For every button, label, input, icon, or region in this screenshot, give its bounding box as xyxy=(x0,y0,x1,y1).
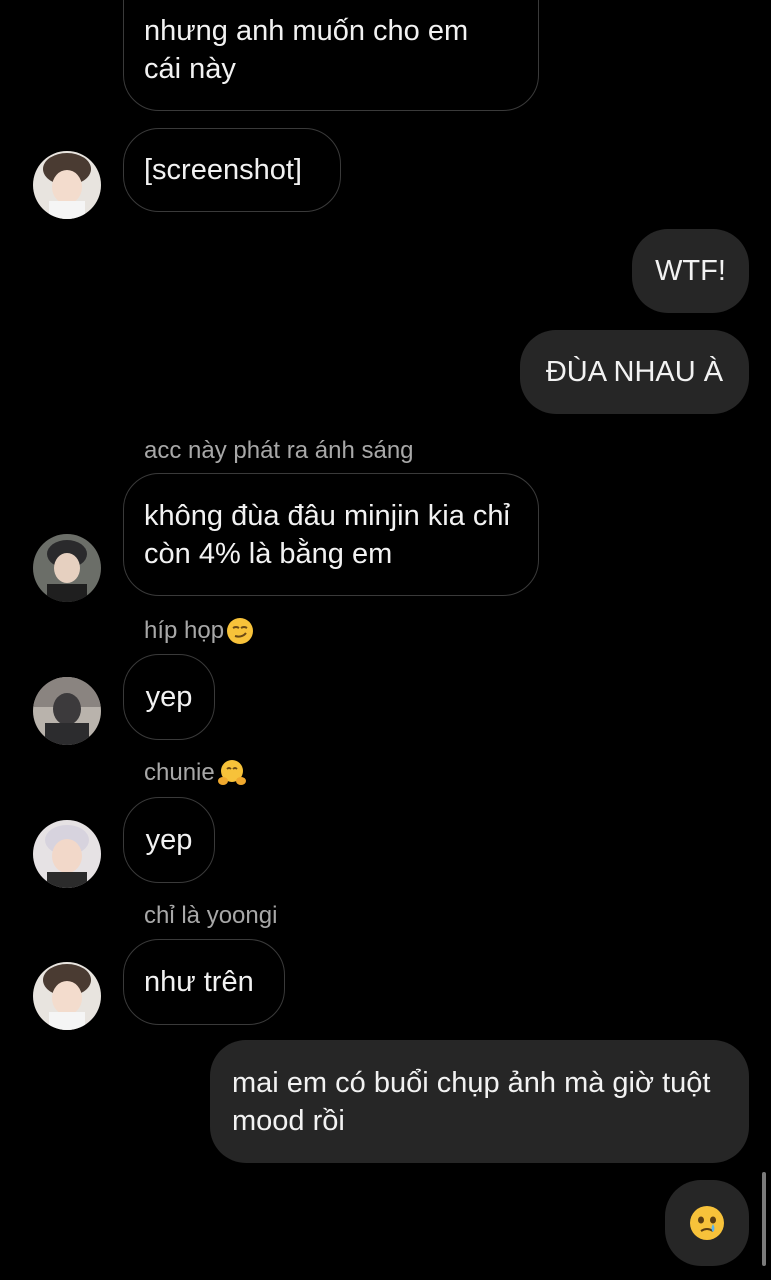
message-bubble-outgoing[interactable]: ĐÙA NHAU À xyxy=(520,330,749,414)
sender-name-text: chunie xyxy=(144,759,215,786)
sender-name: acc này phát ra ánh sáng xyxy=(144,436,414,466)
avatar[interactable] xyxy=(33,962,101,1030)
avatar[interactable] xyxy=(33,151,101,219)
message-bubble-outgoing-emoji[interactable] xyxy=(665,1180,749,1266)
sender-name-text: híp họp xyxy=(144,617,225,644)
sender-name: chỉ là yoongi xyxy=(144,901,277,931)
sender-name-text: acc này phát ra ánh sáng xyxy=(144,437,414,464)
scrollbar[interactable] xyxy=(762,1172,766,1266)
avatar-photo xyxy=(33,820,101,888)
message-text: yep xyxy=(145,681,193,713)
avatar-photo xyxy=(33,151,101,219)
message-bubble-incoming[interactable]: như trên xyxy=(123,939,285,1025)
face-holding-back-tears-icon xyxy=(690,1206,724,1240)
avatar[interactable] xyxy=(33,820,101,888)
message-text: WTF! xyxy=(655,255,726,287)
message-bubble-outgoing[interactable]: mai em có buổi chụp ảnh mà giờ tuột mood… xyxy=(210,1040,749,1163)
hugging-face-icon xyxy=(217,760,246,785)
sender-name-text: chỉ là yoongi xyxy=(144,902,278,929)
message-bubble-outgoing[interactable]: WTF! xyxy=(632,229,749,313)
avatar[interactable] xyxy=(33,534,101,602)
message-bubble-incoming[interactable]: yep xyxy=(123,654,215,740)
avatar-photo xyxy=(33,677,101,745)
avatar-photo xyxy=(33,534,101,602)
smirking-face-icon xyxy=(227,618,254,644)
message-bubble-incoming[interactable]: [screenshot] xyxy=(123,128,341,212)
message-bubble-incoming[interactable]: yep xyxy=(123,797,215,883)
message-text: nhưng anh muốn cho em cái này xyxy=(144,15,469,85)
message-text: [screenshot] xyxy=(144,154,302,186)
message-text: như trên xyxy=(144,966,254,998)
sender-name: chunie xyxy=(144,758,247,788)
avatar[interactable] xyxy=(33,677,101,745)
message-bubble-incoming[interactable]: không đùa đâu minjin kia chỉ còn 4% là b… xyxy=(123,473,539,596)
avatar-photo xyxy=(33,962,101,1030)
message-text: ĐÙA NHAU À xyxy=(545,356,724,388)
message-text: yep xyxy=(145,824,193,856)
message-text: không đùa đâu minjin kia chỉ còn 4% là b… xyxy=(144,499,510,570)
message-text: mai em có buổi chụp ảnh mà giờ tuột mood… xyxy=(232,1066,711,1137)
sender-name: híp họp xyxy=(144,616,254,646)
message-bubble-incoming[interactable]: nhưng anh muốn cho em cái này xyxy=(123,0,539,111)
